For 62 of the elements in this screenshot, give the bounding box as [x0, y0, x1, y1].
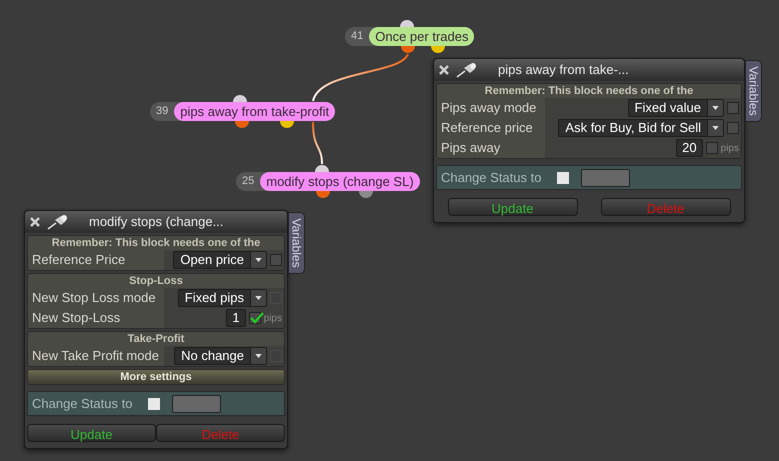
output-port-icon[interactable]: [316, 191, 330, 198]
input-port-icon[interactable]: [233, 95, 247, 102]
output-port-icon[interactable]: [280, 121, 294, 128]
field-label: Pips away: [437, 138, 545, 158]
close-icon[interactable]: [29, 216, 41, 228]
caret-icon: [712, 126, 719, 130]
caret-icon: [255, 258, 262, 262]
caret-icon: [255, 296, 262, 300]
unit-label: pips: [720, 142, 739, 156]
status-color-field[interactable]: [172, 394, 221, 412]
field-label: New Stop-Loss: [28, 308, 164, 328]
node-number: 39: [155, 104, 170, 120]
checkbox[interactable]: [270, 254, 282, 266]
output-port-icon[interactable]: [431, 46, 445, 53]
field-label: Reference Price: [28, 250, 164, 270]
checkbox[interactable]: [148, 398, 160, 410]
pin-icon[interactable]: [456, 62, 478, 78]
unit-label: pips: [264, 312, 282, 326]
checkbox[interactable]: [706, 142, 718, 154]
close-icon[interactable]: [438, 64, 450, 76]
update-button[interactable]: Update: [27, 424, 156, 442]
caret-icon: [712, 106, 719, 110]
checkbox[interactable]: [727, 122, 739, 134]
dropdown[interactable]: Fixed value: [628, 99, 724, 117]
node-label[interactable]: Once per trades: [369, 27, 474, 46]
output-port-icon[interactable]: [359, 191, 373, 198]
status-label: Change Status to: [441, 170, 542, 186]
output-port-icon[interactable]: [235, 121, 249, 128]
field-label: New Take Profit mode: [28, 346, 164, 366]
update-button[interactable]: Update: [448, 198, 578, 216]
pin-icon[interactable]: [47, 214, 69, 230]
section-heading[interactable]: Stop-Loss: [28, 274, 284, 288]
node-number: 25: [241, 174, 256, 190]
dropdown[interactable]: Ask for Buy, Bid for Sell: [558, 119, 724, 137]
section-heading[interactable]: More settings: [28, 370, 284, 384]
window-title: modify stops (change...: [89, 213, 224, 232]
checkbox[interactable]: [727, 102, 739, 114]
node-label[interactable]: modify stops (change SL): [260, 172, 420, 191]
status-color-field[interactable]: [581, 168, 630, 186]
window-title: pips away from take-...: [498, 61, 629, 80]
number-field[interactable]: 1: [226, 309, 246, 327]
section-heading[interactable]: Remember: This block needs one of the: [28, 236, 284, 250]
node-label[interactable]: pips away from take-profit: [174, 102, 336, 121]
section-heading[interactable]: Remember: This block needs one of the: [437, 84, 741, 98]
checkbox[interactable]: [557, 172, 569, 184]
caret-icon: [255, 354, 262, 358]
node-number: 41: [350, 29, 364, 44]
input-port-icon[interactable]: [400, 20, 414, 27]
checkbox[interactable]: [248, 312, 261, 324]
field-label: Reference price: [437, 118, 545, 138]
connector-line: [312, 122, 323, 164]
field-label: Pips away mode: [437, 98, 545, 118]
status-label: Change Status to: [32, 396, 134, 412]
number-field[interactable]: 20: [676, 139, 703, 157]
variables-tab[interactable]: Variables: [745, 60, 762, 122]
input-port-icon[interactable]: [315, 165, 329, 172]
check-icon: [250, 312, 264, 324]
output-port-icon[interactable]: [401, 46, 415, 53]
variables-tab[interactable]: Variables: [288, 212, 305, 274]
field-label: New Stop Loss mode: [28, 288, 164, 308]
dropdown[interactable]: Open price: [173, 251, 267, 269]
section-heading[interactable]: Take-Profit: [28, 332, 284, 346]
